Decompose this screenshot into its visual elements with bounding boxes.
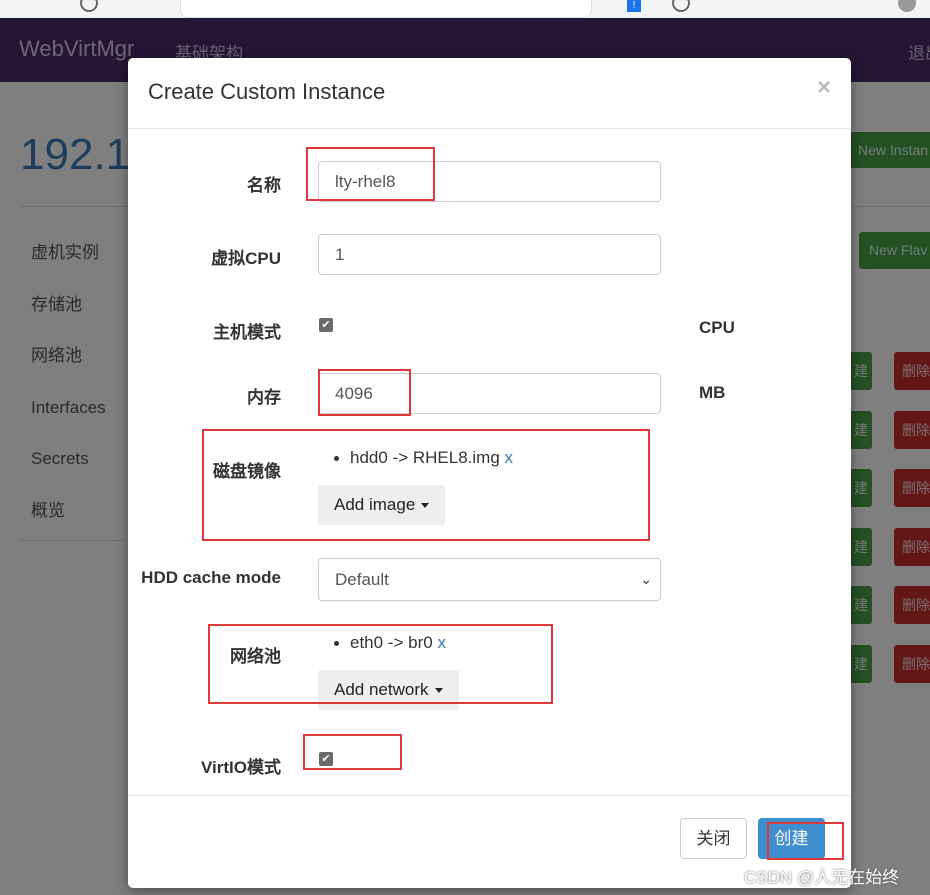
create-button[interactable]: 创建	[758, 818, 825, 859]
remove-disk-link[interactable]: x	[505, 448, 514, 467]
settings-icon[interactable]	[672, 0, 690, 12]
watermark: CSDN @人无在始终	[744, 868, 900, 887]
caret-down-icon	[421, 503, 430, 509]
memory-input[interactable]	[318, 373, 661, 414]
memory-unit: MB	[699, 383, 726, 402]
extension-icon[interactable]: !	[627, 0, 641, 12]
disk-image-label: 磁盘镜像	[213, 462, 281, 481]
add-network-button[interactable]: Add network	[318, 670, 459, 710]
network-item: eth0 -> br0	[350, 633, 433, 652]
virtio-checkbox[interactable]: ✔	[319, 752, 333, 766]
host-model-checkbox[interactable]: ✔	[319, 318, 333, 332]
modal-header: Create Custom Instance ×	[128, 58, 851, 129]
cache-mode-select[interactable]: Default ⌄	[318, 558, 661, 601]
network-list: eth0 -> br0 x	[334, 633, 446, 653]
name-label: 名称	[247, 176, 281, 195]
browser-toolbar: !	[0, 0, 930, 19]
host-model-label: 主机模式	[213, 323, 281, 342]
browser-info-icon[interactable]	[80, 0, 98, 12]
virtio-label: VirtIO模式	[201, 758, 281, 777]
chevron-down-icon: ⌄	[640, 571, 652, 587]
close-button[interactable]: 关闭	[680, 818, 747, 859]
bullet	[334, 641, 339, 646]
add-image-button[interactable]: Add image	[318, 485, 446, 525]
bullet	[334, 456, 339, 461]
caret-down-icon	[434, 688, 443, 694]
network-label: 网络池	[230, 647, 281, 666]
add-image-label: Add image	[334, 495, 416, 514]
name-input[interactable]	[318, 161, 661, 202]
close-icon[interactable]: ×	[817, 74, 831, 102]
host-model-suffix: CPU	[699, 318, 735, 337]
add-network-label: Add network	[334, 680, 429, 699]
vcpu-input[interactable]	[318, 234, 661, 275]
disk-image-list: hdd0 -> RHEL8.img x	[334, 448, 514, 468]
avatar[interactable]	[898, 0, 916, 12]
modal-footer: 关闭 创建	[128, 795, 851, 888]
vcpu-label: 虚拟CPU	[211, 249, 281, 268]
create-instance-modal: Create Custom Instance × 名称 虚拟CPU 主机模式 ✔…	[128, 58, 851, 888]
memory-label: 内存	[247, 388, 281, 407]
address-bar[interactable]	[180, 0, 592, 18]
modal-title: Create Custom Instance	[148, 79, 386, 104]
disk-image-item: hdd0 -> RHEL8.img	[350, 448, 500, 467]
cache-mode-value: Default	[335, 570, 389, 589]
remove-network-link[interactable]: x	[437, 633, 446, 652]
cache-mode-label: HDD cache mode	[141, 568, 281, 587]
modal-body: 名称 虚拟CPU 主机模式 ✔ CPU 内存 MB 磁盘镜像 hdd0 -> R…	[128, 129, 851, 797]
